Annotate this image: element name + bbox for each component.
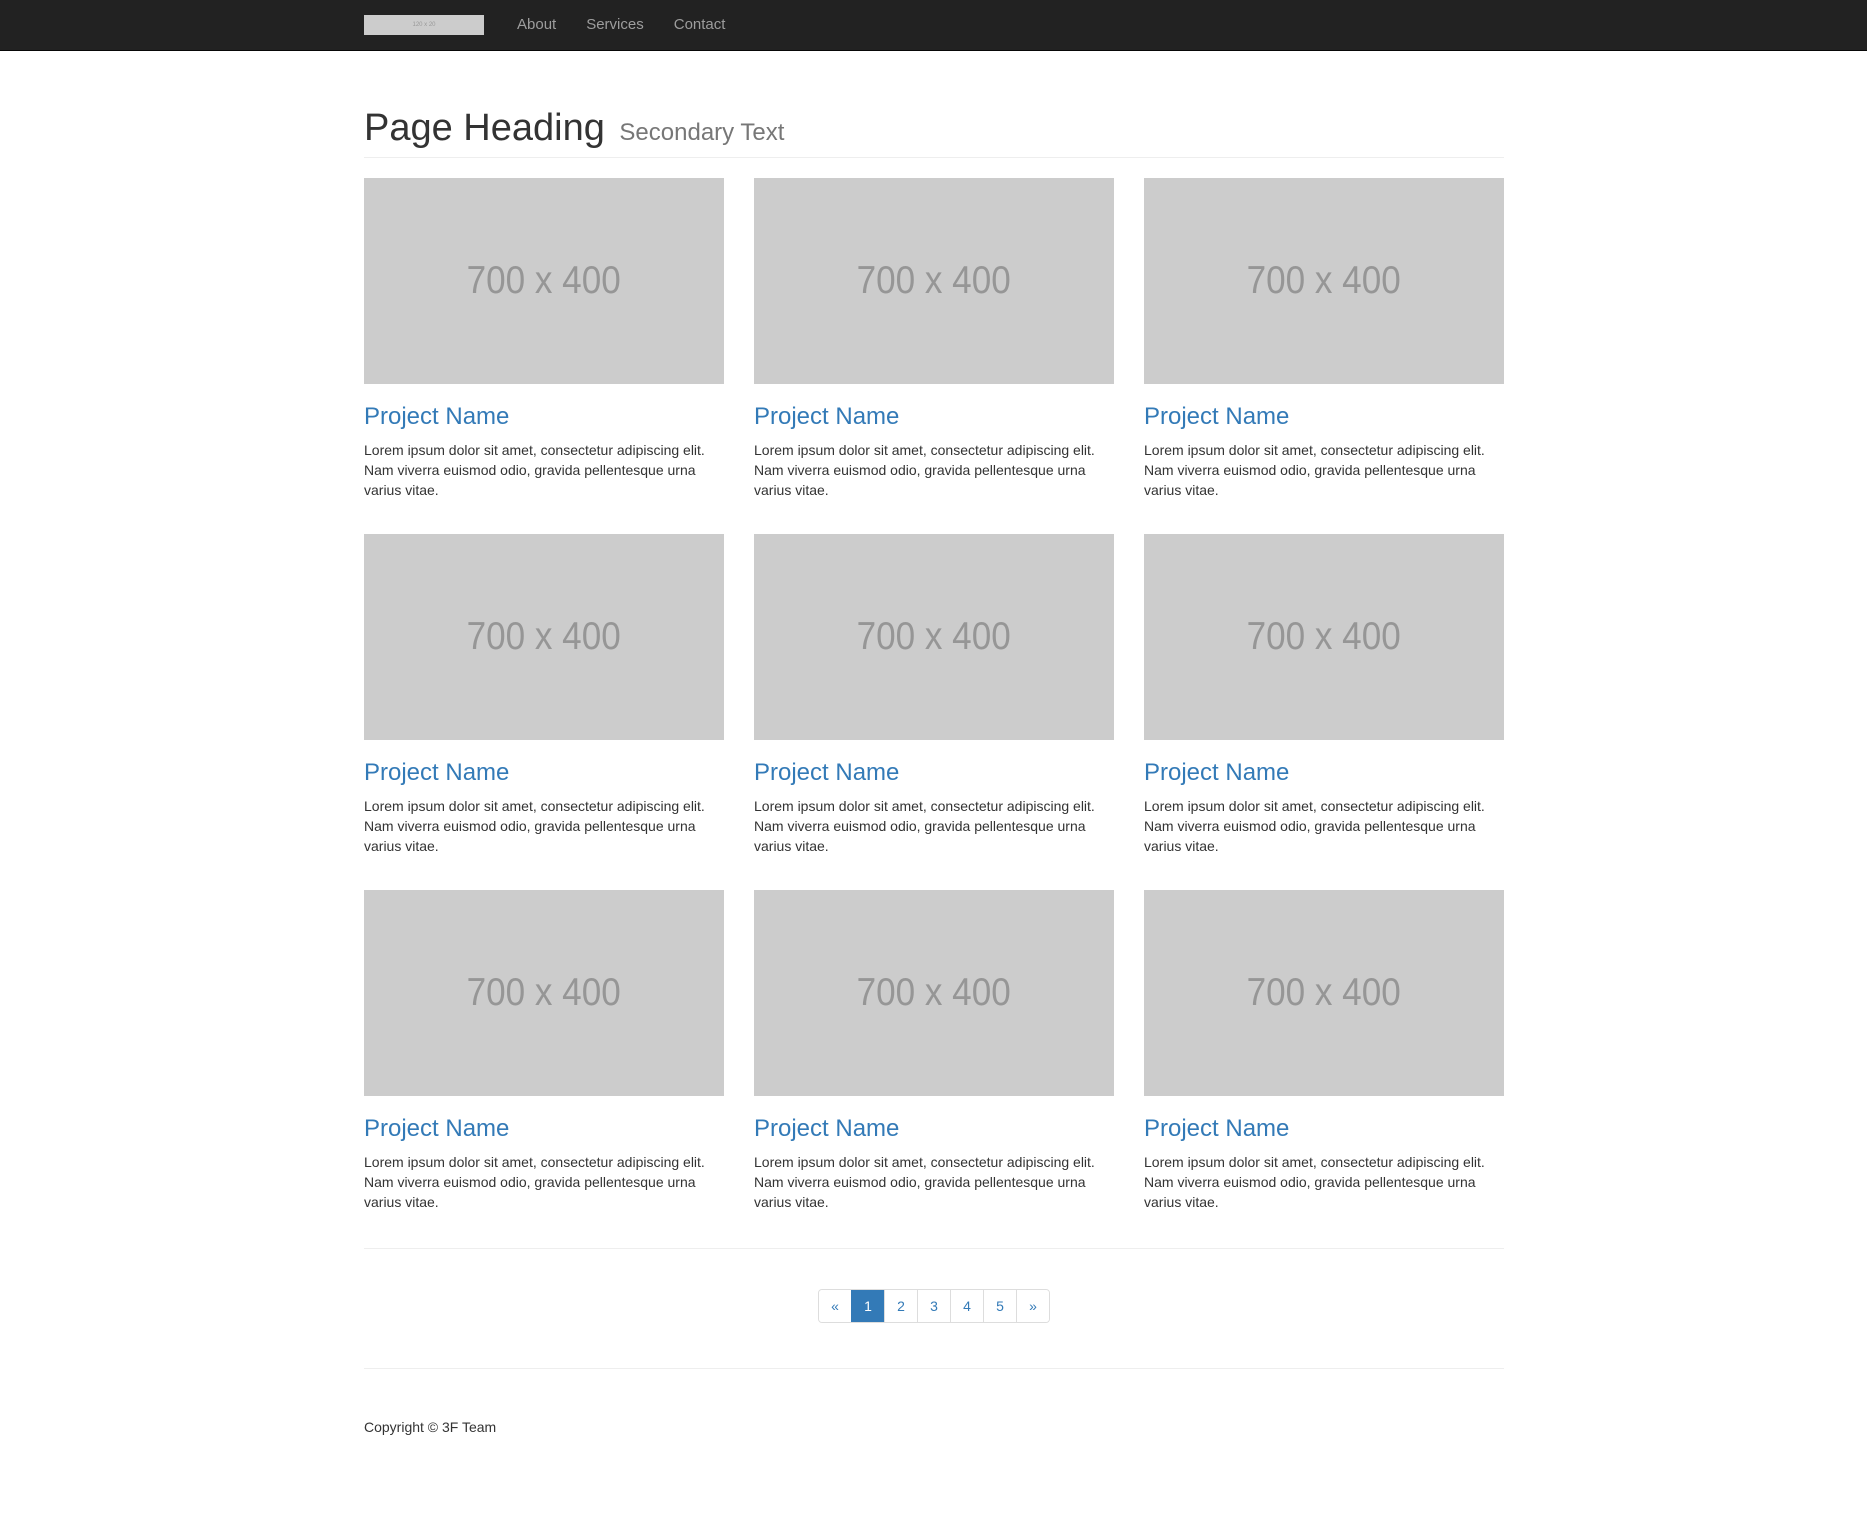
project-image[interactable]: 700 x 400: [754, 889, 1114, 1096]
pagination-page-1[interactable]: 1: [851, 1289, 884, 1322]
project-image[interactable]: 700 x 400: [364, 889, 724, 1096]
project-image[interactable]: 700 x 400: [1144, 889, 1504, 1096]
project-image-label: 700 x 400: [1246, 614, 1402, 658]
pagination-page-5[interactable]: 5: [983, 1289, 1016, 1322]
project-description: Lorem ipsum dolor sit amet, consectetur …: [364, 442, 705, 499]
project-description: Lorem ipsum dolor sit amet, consectetur …: [364, 1154, 705, 1211]
project-card: 700 x 400 Project Name Lorem ipsum dolor…: [1144, 177, 1504, 534]
pagination-next-button[interactable]: »: [1016, 1289, 1049, 1322]
page-title-text: Page Heading: [364, 107, 605, 149]
project-title-link[interactable]: Project Name: [364, 759, 724, 786]
pagination-prev-button[interactable]: «: [819, 1289, 851, 1322]
project-description: Lorem ipsum dolor sit amet, consectetur …: [754, 442, 1095, 499]
project-title-link[interactable]: Project Name: [754, 759, 1114, 786]
project-card: 700 x 400 Project Name Lorem ipsum dolor…: [754, 177, 1114, 534]
main-container: Page Heading Secondary Text 700 x 400 Pr…: [364, 50, 1504, 1435]
project-title-link[interactable]: Project Name: [1144, 403, 1504, 430]
project-grid: 700 x 400 Project Name Lorem ipsum dolor…: [364, 177, 1504, 1246]
project-description: Lorem ipsum dolor sit amet, consectetur …: [754, 1154, 1095, 1211]
nav-link-about[interactable]: About: [502, 0, 571, 50]
project-image[interactable]: 700 x 400: [1144, 533, 1504, 740]
nav-link-contact[interactable]: Contact: [659, 0, 741, 50]
project-image-label: 700 x 400: [856, 258, 1012, 302]
pagination-page-2[interactable]: 2: [884, 1289, 917, 1322]
project-card: 700 x 400 Project Name Lorem ipsum dolor…: [364, 889, 724, 1246]
project-image-label: 700 x 400: [466, 970, 622, 1014]
project-image-label: 700 x 400: [1246, 258, 1402, 302]
project-image[interactable]: 700 x 400: [1144, 177, 1504, 384]
project-image-label: 700 x 400: [466, 258, 622, 302]
project-description: Lorem ipsum dolor sit amet, consectetur …: [754, 798, 1095, 855]
brand-logo[interactable]: 120 x 20: [364, 15, 484, 35]
project-image[interactable]: 700 x 400: [754, 533, 1114, 740]
project-card: 700 x 400 Project Name Lorem ipsum dolor…: [754, 533, 1114, 890]
project-image[interactable]: 700 x 400: [364, 533, 724, 740]
navbar-content: 120 x 20 About Services Contact: [364, 0, 740, 50]
pagination-page-4[interactable]: 4: [950, 1289, 983, 1322]
project-description: Lorem ipsum dolor sit amet, consectetur …: [364, 798, 705, 855]
project-description: Lorem ipsum dolor sit amet, consectetur …: [1144, 798, 1485, 855]
page-subtitle: Secondary Text: [619, 119, 785, 146]
project-title-link[interactable]: Project Name: [1144, 1115, 1504, 1142]
page-title: Page Heading Secondary Text: [364, 107, 1504, 150]
project-title-link[interactable]: Project Name: [754, 403, 1114, 430]
project-title-link[interactable]: Project Name: [1144, 759, 1504, 786]
project-title-link[interactable]: Project Name: [754, 1115, 1114, 1142]
project-card: 700 x 400 Project Name Lorem ipsum dolor…: [364, 177, 724, 534]
project-title-link[interactable]: Project Name: [364, 1115, 724, 1142]
copyright-text: Copyright © 3F Team: [364, 1418, 497, 1435]
project-description: Lorem ipsum dolor sit amet, consectetur …: [1144, 442, 1485, 499]
pagination-wrapper: « 1 2 3 4 5 »: [364, 1249, 1504, 1368]
project-image[interactable]: 700 x 400: [754, 177, 1114, 384]
footer: Copyright © 3F Team: [364, 1369, 1504, 1435]
project-title-link[interactable]: Project Name: [364, 403, 724, 430]
project-card: 700 x 400 Project Name Lorem ipsum dolor…: [1144, 533, 1504, 890]
project-card: 700 x 400 Project Name Lorem ipsum dolor…: [754, 889, 1114, 1246]
pagination: « 1 2 3 4 5 »: [818, 1288, 1050, 1323]
page-header: Page Heading Secondary Text: [364, 107, 1504, 158]
project-card: 700 x 400 Project Name Lorem ipsum dolor…: [1144, 889, 1504, 1246]
project-image-label: 700 x 400: [856, 614, 1012, 658]
project-description: Lorem ipsum dolor sit amet, consectetur …: [1144, 1154, 1485, 1211]
top-navbar: 120 x 20 About Services Contact: [0, 0, 1867, 51]
project-card: 700 x 400 Project Name Lorem ipsum dolor…: [364, 533, 724, 890]
project-image-label: 700 x 400: [856, 970, 1012, 1014]
nav-link-services[interactable]: Services: [571, 0, 659, 50]
project-image-label: 700 x 400: [466, 614, 622, 658]
project-image[interactable]: 700 x 400: [364, 177, 724, 384]
pagination-page-3[interactable]: 3: [917, 1289, 950, 1322]
project-image-label: 700 x 400: [1246, 970, 1402, 1014]
